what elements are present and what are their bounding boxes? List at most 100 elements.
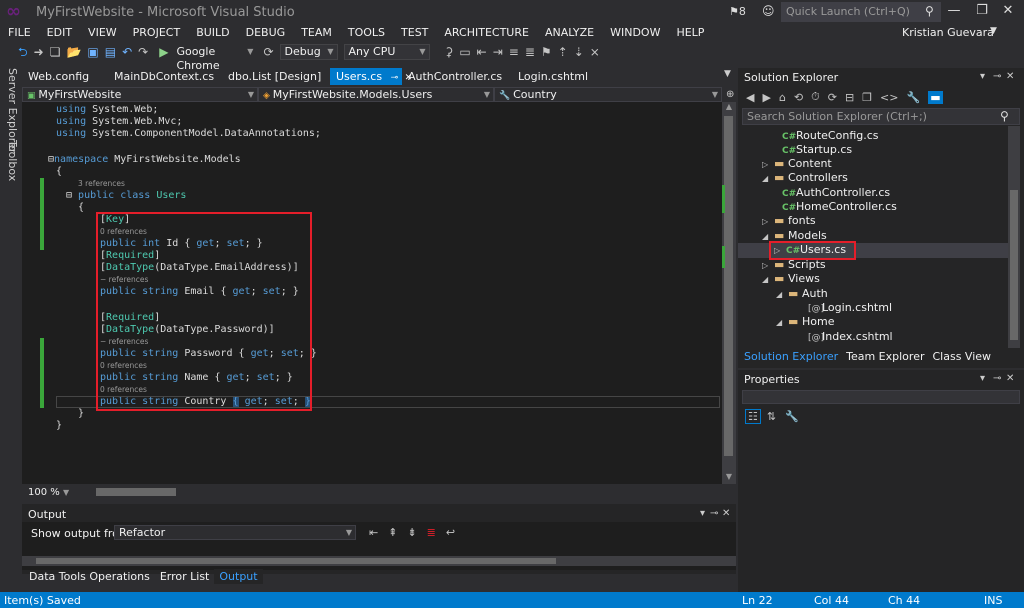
panel-dropdown-icon[interactable]: ▾: [980, 71, 985, 82]
home-icon[interactable]: ⌂: [779, 91, 786, 104]
preview-selected-icon[interactable]: ▬: [928, 90, 943, 104]
menu-team[interactable]: TEAM: [293, 24, 340, 42]
collapse-arrow-icon[interactable]: ◢: [776, 288, 788, 302]
scroll-down-icon[interactable]: ▼: [722, 472, 736, 484]
tab-login-cshtml[interactable]: Login.cshtml: [512, 68, 602, 85]
menu-analyze[interactable]: ANALYZE: [537, 24, 602, 42]
tree-item-homecontroller[interactable]: C#HomeController.cs: [782, 200, 897, 215]
close-window-button[interactable]: ✕: [996, 3, 1020, 18]
feedback-icon[interactable]: ☺: [762, 4, 775, 18]
categorized-icon[interactable]: ☷: [745, 408, 761, 424]
tree-item-controllers[interactable]: ◢ ▬ Controllers: [762, 171, 848, 186]
menu-architecture[interactable]: ARCHITECTURE: [436, 24, 537, 42]
navigate-back-icon[interactable]: ⮌: [18, 42, 28, 62]
properties-object-dropdown[interactable]: [742, 390, 1020, 404]
close-icon[interactable]: ✕: [1006, 373, 1014, 384]
refresh-icon[interactable]: ⟳: [263, 42, 273, 62]
tab-users-cs[interactable]: Users.cs ⊸ ✕: [330, 68, 412, 85]
tree-item-authcontroller[interactable]: C#AuthController.cs: [782, 186, 890, 201]
tree-item-routeconfig[interactable]: C#RouteConfig.cs: [782, 129, 879, 144]
project-dropdown[interactable]: ▣ MyFirstWebsite ▼: [22, 86, 258, 102]
menu-project[interactable]: PROJECT: [125, 24, 189, 42]
tab-authcontroller[interactable]: AuthController.cs: [402, 68, 512, 85]
next-bookmark-icon[interactable]: ⇣: [574, 42, 584, 62]
tree-item-startup[interactable]: C#Startup.cs: [782, 143, 852, 158]
quick-launch-input[interactable]: Quick Launch (Ctrl+Q): [781, 2, 941, 22]
notifications-flag-icon[interactable]: ⚑8: [729, 5, 746, 18]
collapse-arrow-icon[interactable]: ◢: [762, 172, 774, 186]
pin-icon[interactable]: ⊸: [993, 373, 1001, 384]
scroll-up-icon[interactable]: ▲: [722, 102, 736, 114]
restore-button[interactable]: ❐: [970, 3, 994, 18]
forward-icon[interactable]: ▶: [762, 91, 770, 104]
tree-item-content[interactable]: ▷ ▬ Content: [762, 157, 832, 172]
tab-class-view[interactable]: Class View: [928, 350, 995, 364]
tab-dbo-list-design[interactable]: dbo.List [Design]: [222, 68, 330, 85]
tab-output[interactable]: Output: [214, 569, 263, 584]
menu-view[interactable]: VIEW: [80, 24, 125, 42]
toolbox-tab[interactable]: Toolbox: [6, 140, 19, 181]
word-wrap-icon[interactable]: ↩: [446, 526, 455, 539]
search-icon[interactable]: ⚲: [925, 4, 934, 18]
tabs-dropdown-icon[interactable]: ▼: [724, 69, 731, 79]
comment-icon[interactable]: ≡: [509, 42, 519, 62]
tab-solution-explorer[interactable]: Solution Explorer: [740, 350, 842, 364]
clear-all-icon[interactable]: ≣: [427, 526, 436, 539]
panel-dropdown-icon[interactable]: ▾: [980, 373, 985, 384]
class-dropdown[interactable]: ◈ MyFirstWebsite.Models.Users ▼: [258, 86, 494, 102]
prev-bookmark-icon[interactable]: ⇡: [558, 42, 568, 62]
chevron-down-icon[interactable]: ▼: [990, 26, 997, 36]
clear-bookmarks-icon[interactable]: ⨯: [590, 42, 600, 62]
pin-icon[interactable]: ⊸: [391, 73, 399, 83]
save-icon[interactable]: ▣: [87, 42, 98, 62]
menu-test[interactable]: TEST: [393, 24, 436, 42]
alphabetical-icon[interactable]: ⇅: [767, 410, 776, 423]
start-debugging-icon[interactable]: ▶: [159, 45, 168, 59]
indent-icon[interactable]: ⇤: [477, 42, 487, 62]
view-code-icon[interactable]: <>: [880, 91, 898, 104]
search-icon[interactable]: ⚲: [1000, 109, 1009, 123]
expand-arrow-icon[interactable]: ▷: [762, 259, 774, 273]
menu-file[interactable]: FILE: [0, 24, 39, 42]
user-name[interactable]: Kristian Guevara: [902, 26, 994, 39]
tree-item-fonts[interactable]: ▷ ▬ fonts: [762, 214, 816, 229]
panel-dropdown-icon[interactable]: ▾: [700, 508, 705, 519]
solution-search-input[interactable]: Search Solution Explorer (Ctrl+;): [742, 108, 1020, 125]
property-pages-icon[interactable]: 🔧: [785, 410, 799, 423]
collapse-arrow-icon[interactable]: ◢: [776, 316, 788, 330]
tab-error-list[interactable]: Error List: [155, 569, 215, 584]
expand-arrow-icon[interactable]: ▷: [762, 215, 774, 229]
close-icon[interactable]: ✕: [722, 508, 730, 519]
save-all-icon[interactable]: ▤: [105, 42, 116, 62]
tree-item-home[interactable]: ◢ ▬ Home: [776, 315, 834, 330]
show-all-files-icon[interactable]: ❐: [862, 91, 872, 104]
toggle-comment-icon[interactable]: ▭: [459, 42, 470, 62]
close-icon[interactable]: ✕: [1006, 71, 1014, 82]
browser-selector[interactable]: Google Chrome ▼: [171, 44, 257, 72]
collapse-all-icon[interactable]: ⊟: [845, 91, 854, 104]
tab-maindbcontext[interactable]: MainDbContext.cs: [108, 68, 222, 85]
minimize-button[interactable]: —: [942, 3, 966, 18]
bookmark-icon[interactable]: ⚑: [541, 42, 552, 62]
pin-icon[interactable]: ⊸: [993, 71, 1001, 82]
tree-item-auth[interactable]: ◢ ▬ Auth: [776, 287, 828, 302]
horizontal-scrollbar-thumb[interactable]: [96, 488, 176, 496]
menu-window[interactable]: WINDOW: [602, 24, 668, 42]
undo-icon[interactable]: ↶: [122, 42, 132, 62]
split-icon[interactable]: ⊕: [726, 89, 734, 100]
tree-item-index-cshtml[interactable]: [@]Index.cshtml: [808, 330, 893, 345]
configuration-dropdown[interactable]: Debug ▼: [279, 44, 338, 60]
redo-icon[interactable]: ↷: [138, 42, 148, 62]
new-project-icon[interactable]: ❏: [50, 42, 61, 62]
tab-data-tools-operations[interactable]: Data Tools Operations: [24, 569, 155, 584]
pending-changes-icon[interactable]: ⟲: [794, 91, 803, 104]
tree-item-views[interactable]: ◢ ▬ Views: [762, 272, 820, 287]
tree-item-login-cshtml[interactable]: [@]Login.cshtml: [808, 301, 892, 316]
menu-debug[interactable]: DEBUG: [238, 24, 294, 42]
back-icon[interactable]: ◀: [746, 91, 754, 104]
scrollbar-thumb[interactable]: [1010, 190, 1018, 340]
open-file-icon[interactable]: 📂: [66, 42, 81, 62]
history-icon[interactable]: ⏱: [811, 90, 820, 104]
zoom-dropdown[interactable]: 100 % ▼: [28, 487, 69, 498]
codelens-refs[interactable]: 3 references: [78, 178, 125, 190]
